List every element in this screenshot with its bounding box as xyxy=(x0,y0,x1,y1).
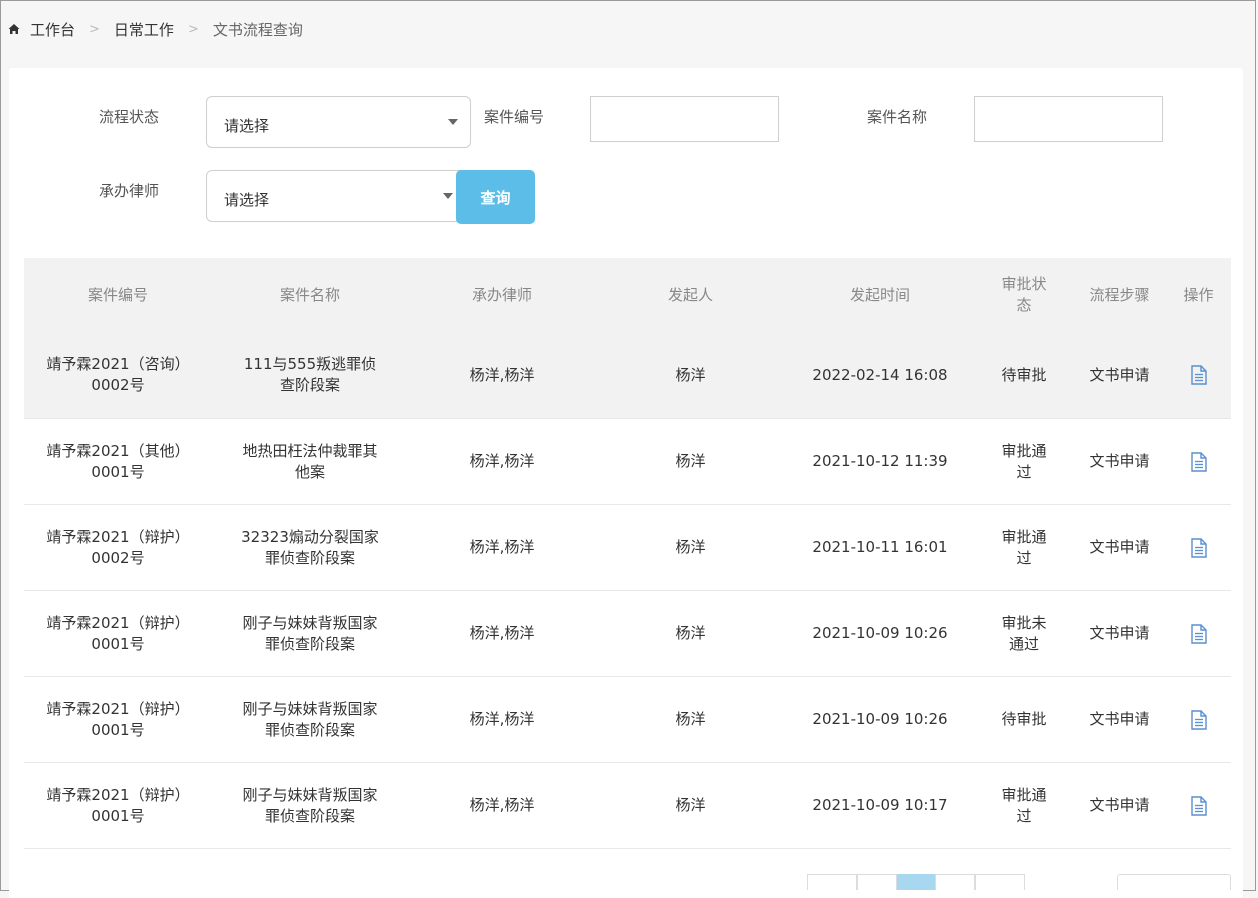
main-card: 流程状态 请选择 案件编号 案件名称 承办律师 请选择 查询 案件编号 案件名称… xyxy=(9,68,1243,898)
document-icon[interactable] xyxy=(1190,623,1208,644)
case-name-input[interactable] xyxy=(974,96,1163,142)
cell-initiator: 杨洋 xyxy=(675,796,706,814)
cell-initiator: 杨洋 xyxy=(675,624,706,642)
header-status: 审批状态 xyxy=(1001,275,1047,314)
lawyer-select-value: 请选择 xyxy=(224,191,270,209)
header-time: 发起时间 xyxy=(849,285,910,304)
cell-initiator: 杨洋 xyxy=(675,452,706,470)
cell-action xyxy=(1166,537,1231,558)
breadcrumb: 工作台 > 日常工作 > 文书流程查询 xyxy=(8,18,303,40)
cell-lawyer: 杨洋,杨洋 xyxy=(469,538,535,556)
cell-case-no: 靖予霖2021（辩护）0001号 xyxy=(46,699,190,739)
cell-step: 文书申请 xyxy=(1089,452,1150,470)
cell-status: 审批通过 xyxy=(1001,441,1047,481)
cell-lawyer: 杨洋,杨洋 xyxy=(469,624,535,642)
table-header: 案件编号 案件名称 承办律师 发起人 发起时间 审批状态 流程步骤 操作 xyxy=(24,258,1231,332)
pagination-prev-button[interactable] xyxy=(807,874,857,890)
header-case-no: 案件编号 xyxy=(87,285,148,304)
document-flow-table: 案件编号 案件名称 承办律师 发起人 发起时间 审批状态 流程步骤 操作 靖予霖… xyxy=(24,258,1231,849)
cell-status: 审批通过 xyxy=(1001,785,1047,825)
status-label: 流程状态 xyxy=(99,108,160,126)
cell-lawyer: 杨洋,杨洋 xyxy=(469,365,535,384)
cell-step: 文书申请 xyxy=(1089,624,1150,642)
cell-case-name: 111与555叛逃罪侦查阶段案 xyxy=(243,355,377,394)
cell-step: 文书申请 xyxy=(1089,710,1150,728)
table-row: 靖予霖2021（其他）0001号 地热田枉法仲裁罪其他案 杨洋,杨洋 杨洋 2021-1… xyxy=(24,419,1231,505)
cell-step: 文书申请 xyxy=(1089,365,1150,384)
document-icon[interactable] xyxy=(1190,709,1208,730)
lawyer-select[interactable]: 请选择 xyxy=(206,170,466,222)
cell-time: 2021-10-09 10:17 xyxy=(812,796,948,814)
cell-lawyer: 杨洋,杨洋 xyxy=(469,452,535,470)
cell-case-name: 地热田枉法仲裁罪其他案 xyxy=(242,441,378,481)
document-icon[interactable] xyxy=(1190,365,1208,385)
cell-action xyxy=(1166,623,1231,644)
table-row: 靖予霖2021（咨询）0002号 111与555叛逃罪侦查阶段案 杨洋,杨洋 杨洋 20… xyxy=(24,332,1231,419)
header-lawyer: 承办律师 xyxy=(471,285,532,304)
cell-status: 待审批 xyxy=(1001,710,1047,728)
header-action: 操作 xyxy=(1183,285,1214,304)
pagination-next-button[interactable] xyxy=(975,874,1025,890)
cell-action xyxy=(1166,365,1231,386)
cell-status: 审批通过 xyxy=(1001,527,1047,567)
table-row: 靖予霖2021（辩护）0001号 刚子与妹妹背叛国家罪侦查阶段案 杨洋,杨洋 杨洋 20… xyxy=(24,763,1231,849)
chevron-down-icon xyxy=(443,193,453,199)
header-step: 流程步骤 xyxy=(1089,285,1150,304)
cell-time: 2021-10-11 16:01 xyxy=(812,538,948,556)
table-row: 靖予霖2021（辩护）0001号 刚子与妹妹背叛国家罪侦查阶段案 杨洋,杨洋 杨洋 20… xyxy=(24,591,1231,677)
cell-status: 待审批 xyxy=(1001,365,1047,384)
cell-case-name: 32323煽动分裂国家罪侦查阶段案 xyxy=(241,527,379,567)
cell-lawyer: 杨洋,杨洋 xyxy=(469,710,535,728)
case-no-input[interactable] xyxy=(590,96,779,142)
pagination-page-button[interactable] xyxy=(857,874,897,890)
pagination-jump-input[interactable] xyxy=(1117,874,1231,890)
cell-case-name: 刚子与妹妹背叛国家罪侦查阶段案 xyxy=(242,699,378,739)
breadcrumb-separator: > xyxy=(89,21,100,37)
cell-initiator: 杨洋 xyxy=(675,710,706,728)
table-row: 靖予霖2021（辩护）0001号 刚子与妹妹背叛国家罪侦查阶段案 杨洋,杨洋 杨洋 20… xyxy=(24,677,1231,763)
cell-time: 2022-02-14 16:08 xyxy=(812,365,948,384)
cell-step: 文书申请 xyxy=(1089,538,1150,556)
cell-case-no: 靖予霖2021（其他）0001号 xyxy=(46,441,190,481)
document-icon[interactable] xyxy=(1190,537,1208,558)
pagination xyxy=(807,874,1025,890)
cell-time: 2021-10-09 10:26 xyxy=(812,710,948,728)
cell-step: 文书申请 xyxy=(1089,796,1150,814)
pagination-page-button[interactable] xyxy=(935,874,975,890)
header-initiator: 发起人 xyxy=(667,285,713,304)
home-icon[interactable] xyxy=(8,23,20,35)
cell-action xyxy=(1166,795,1231,816)
cell-case-no: 靖予霖2021（辩护）0002号 xyxy=(46,527,190,567)
cell-lawyer: 杨洋,杨洋 xyxy=(469,796,535,814)
case-name-label: 案件名称 xyxy=(867,108,928,126)
cell-case-name: 刚子与妹妹背叛国家罪侦查阶段案 xyxy=(242,613,378,653)
breadcrumb-separator: > xyxy=(187,21,199,37)
status-select-value: 请选择 xyxy=(224,117,270,135)
cell-case-no: 靖予霖2021（辩护）0001号 xyxy=(46,785,190,825)
document-icon[interactable] xyxy=(1190,451,1208,472)
cell-action xyxy=(1166,451,1231,472)
cell-status: 审批未通过 xyxy=(1001,613,1047,653)
cell-initiator: 杨洋 xyxy=(675,538,706,556)
table-row: 靖予霖2021（辩护）0002号 32323煽动分裂国家罪侦查阶段案 杨洋,杨洋 杨洋… xyxy=(24,505,1231,591)
breadcrumb-item-daily-work[interactable]: 日常工作 xyxy=(114,19,174,40)
lawyer-label: 承办律师 xyxy=(99,182,160,200)
table-body: 靖予霖2021（咨询）0002号 111与555叛逃罪侦查阶段案 杨洋,杨洋 杨洋 20… xyxy=(24,332,1231,849)
cell-initiator: 杨洋 xyxy=(675,365,706,384)
cell-case-name: 刚子与妹妹背叛国家罪侦查阶段案 xyxy=(242,785,378,825)
cell-time: 2021-10-12 11:39 xyxy=(812,452,948,470)
cell-time: 2021-10-09 10:26 xyxy=(812,624,948,642)
cell-case-no: 靖予霖2021（辩护）0001号 xyxy=(46,613,190,653)
cell-case-no: 靖予霖2021（咨询）0002号 xyxy=(46,355,190,394)
pagination-page-current[interactable] xyxy=(897,874,935,890)
breadcrumb-item-current: 文书流程查询 xyxy=(212,20,303,39)
header-case-name: 案件名称 xyxy=(279,285,340,304)
cell-action xyxy=(1166,709,1231,730)
query-button[interactable]: 查询 xyxy=(456,170,535,224)
chevron-down-icon xyxy=(448,119,458,125)
case-no-label: 案件编号 xyxy=(484,108,545,126)
breadcrumb-item-workbench[interactable]: 工作台 xyxy=(30,19,75,40)
status-select[interactable]: 请选择 xyxy=(206,96,471,148)
document-icon[interactable] xyxy=(1190,795,1208,816)
